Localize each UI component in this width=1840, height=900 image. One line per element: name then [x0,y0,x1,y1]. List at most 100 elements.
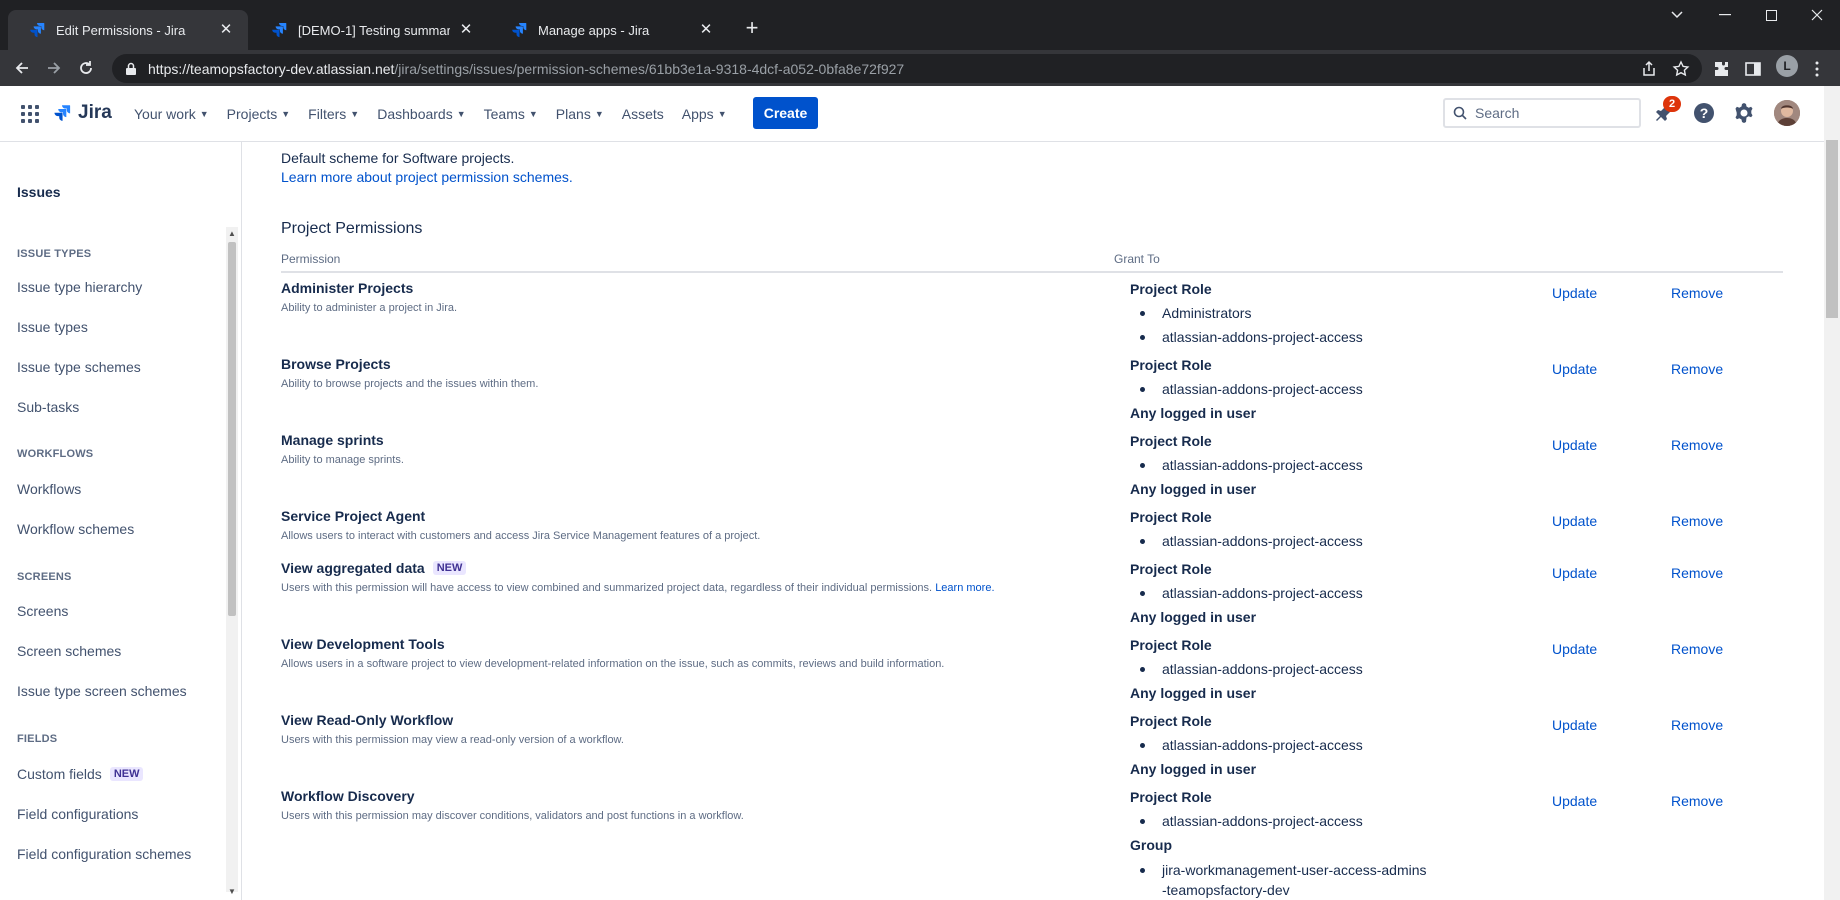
help-icon[interactable]: ? [1692,101,1716,125]
lock-icon[interactable] [124,62,138,76]
minimize-button[interactable] [1702,0,1748,30]
sidebar-scroll-thumb[interactable] [228,242,236,616]
remove-link[interactable]: Remove [1671,513,1723,529]
grant-item: atlassian-addons-project-access [1130,584,1510,608]
search-icon [1453,106,1467,120]
tab-search-icon[interactable] [1654,0,1700,30]
remove-link[interactable]: Remove [1671,565,1723,581]
grant-type: Project Role [1130,281,1212,297]
update-link[interactable]: Update [1552,793,1597,809]
nav-label: Projects [226,106,278,122]
jira-favicon-icon [512,23,527,38]
reload-icon[interactable] [72,54,100,82]
scroll-down-icon[interactable]: ▼ [226,886,238,898]
sidebar-item-sub-tasks[interactable]: Sub-tasks [17,399,79,415]
grant-list: Project Role atlassian-addons-project-ac… [1130,712,1510,784]
update-link[interactable]: Update [1552,641,1597,657]
update-link[interactable]: Update [1552,437,1597,453]
page-scroll-thumb[interactable] [1826,140,1838,318]
scroll-up-icon[interactable]: ▲ [226,228,238,240]
sidebar-item-issue-type-hierarchy[interactable]: Issue type hierarchy [17,279,142,295]
sidebar-item-field-configuration-schemes[interactable]: Field configuration schemes [17,846,191,862]
grant-item: Administrators [1130,304,1510,328]
close-tab-icon[interactable]: ✕ [458,22,474,38]
permission-name: Manage sprints [281,432,384,448]
tab-strip: Edit Permissions - Jira ✕ [DEMO-1] Testi… [0,0,1840,50]
sidebar-item-workflow-schemes[interactable]: Workflow schemes [17,521,134,537]
sidebar-item-field-configurations[interactable]: Field configurations [17,806,138,822]
settings-gear-icon[interactable] [1732,101,1756,125]
sidebar-item-issue-type-schemes[interactable]: Issue type schemes [17,359,141,375]
svg-text:?: ? [1700,105,1709,121]
close-window-button[interactable] [1794,0,1840,30]
remove-link[interactable]: Remove [1671,361,1723,377]
jira-logo-icon [54,105,71,121]
remove-link[interactable]: Remove [1671,717,1723,733]
chevron-down-icon: ▼ [281,109,291,119]
close-tab-icon[interactable]: ✕ [218,22,234,38]
chevron-down-icon: ▼ [528,109,538,119]
permission-description: Allows users in a software project to vi… [281,658,945,670]
side-panel-icon[interactable] [1744,60,1762,78]
browser-tab-manage-apps[interactable]: Manage apps - Jira ✕ [490,10,728,50]
sidebar-item-label: Custom fields [17,766,102,782]
remove-link[interactable]: Remove [1671,793,1723,809]
nav-apps[interactable]: Apps ▼ [682,106,727,122]
nav-your-work[interactable]: Your work ▼ [134,106,209,122]
nav-projects[interactable]: Projects ▼ [227,106,291,122]
grant-list: Project Role atlassian-addons-project-ac… [1130,432,1510,504]
create-button[interactable]: Create [753,97,818,129]
extensions-icon[interactable] [1712,60,1730,78]
nav-plans[interactable]: Plans ▼ [556,106,604,122]
remove-link[interactable]: Remove [1671,285,1723,301]
forward-icon[interactable] [40,54,68,82]
browser-menu-icon[interactable] [1808,60,1826,78]
new-lozenge: NEW [109,767,144,781]
sidebar-item-screens[interactable]: Screens [17,603,68,619]
update-link[interactable]: Update [1552,565,1597,581]
close-tab-icon[interactable]: ✕ [698,22,714,38]
sidebar-item-issue-types[interactable]: Issue types [17,319,88,335]
learn-more-link[interactable]: Learn more. [935,582,994,594]
browser-tab-edit-permissions[interactable]: Edit Permissions - Jira ✕ [8,10,248,50]
sidebar-item-workflows[interactable]: Workflows [17,481,81,497]
back-icon[interactable] [8,54,36,82]
sidebar-item-issue-type-screen-schemes[interactable]: Issue type screen schemes [17,683,187,699]
update-link[interactable]: Update [1552,285,1597,301]
share-icon[interactable] [1640,60,1658,78]
permission-description: Ability to browse projects and the issue… [281,378,539,390]
sidebar-item-screen-schemes[interactable]: Screen schemes [17,643,121,659]
nav-filters[interactable]: Filters ▼ [308,106,359,122]
jira-top-nav: Jira Your work ▼ Projects ▼ Filters ▼ Dashb… [0,86,1824,142]
browser-tab-demo-1[interactable]: [DEMO-1] Testing summary - Jira ✕ [250,10,488,50]
new-tab-button[interactable]: + [738,14,766,42]
remove-link[interactable]: Remove [1671,641,1723,657]
nav-label: Dashboards [377,106,453,122]
nav-teams[interactable]: Teams ▼ [484,106,538,122]
jira-logo[interactable]: Jira [52,102,112,124]
remove-link[interactable]: Remove [1671,437,1723,453]
learn-more-link[interactable]: Learn more about project permission sche… [281,169,573,185]
nav-assets[interactable]: Assets [622,106,664,122]
grant-list: Project Role atlassian-addons-project-ac… [1130,636,1510,708]
section-title: Project Permissions [281,220,423,237]
browser-chrome: Edit Permissions - Jira ✕ [DEMO-1] Testi… [0,0,1840,86]
bookmark-star-icon[interactable] [1672,60,1690,78]
search-input[interactable]: Search [1443,98,1641,128]
permission-name: Browse Projects [281,356,391,372]
nav-label: Assets [621,106,664,122]
update-link[interactable]: Update [1552,513,1597,529]
app-switcher-icon[interactable] [20,104,40,124]
profile-avatar[interactable]: L [1776,55,1798,77]
grant-type: Any logged in user [1130,685,1257,701]
permission-name: View Read-Only Workflow [281,712,454,728]
nav-label: Filters [308,106,347,122]
update-link[interactable]: Update [1552,361,1597,377]
maximize-button[interactable] [1748,0,1794,30]
nav-dashboards[interactable]: Dashboards ▼ [377,106,465,122]
user-avatar[interactable] [1774,100,1800,126]
update-link[interactable]: Update [1552,717,1597,733]
sidebar-item-custom-fields[interactable]: Custom fields NEW [17,766,144,782]
address-bar[interactable]: https://teamopsfactory-dev.atlassian.net… [112,54,1702,83]
tab-title: [DEMO-1] Testing summary - Jira [298,22,450,38]
